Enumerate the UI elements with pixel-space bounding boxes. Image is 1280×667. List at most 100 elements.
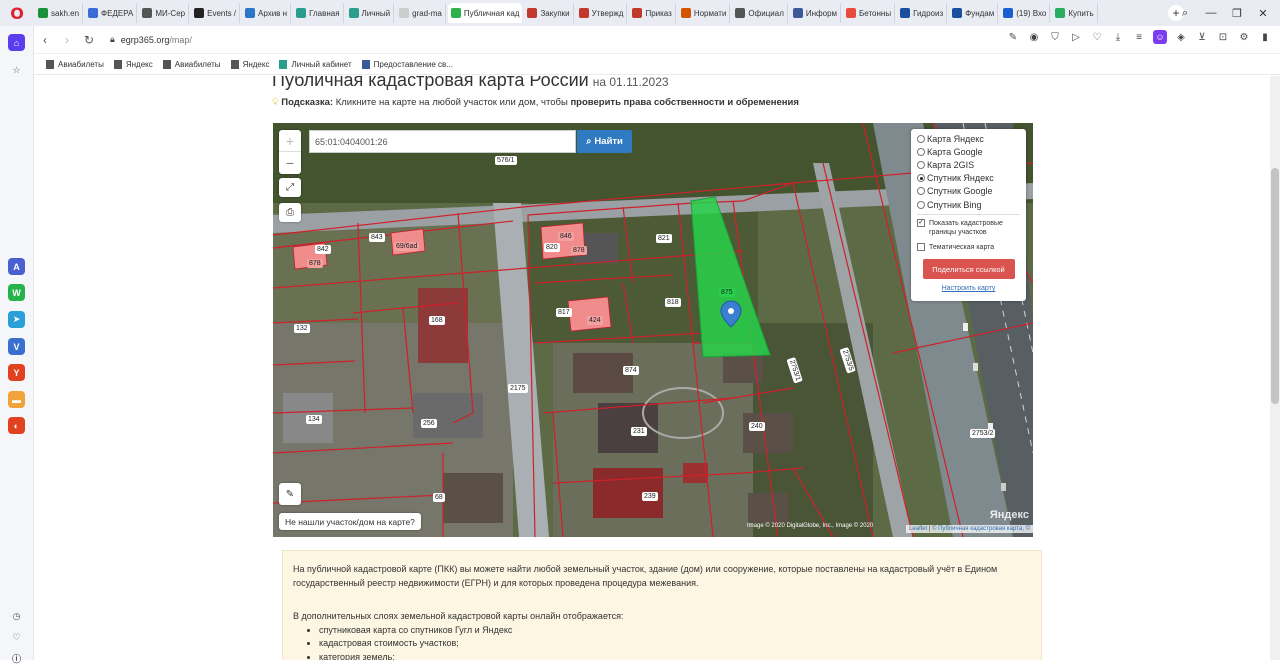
layer-option[interactable]: Спутник Bing: [917, 198, 1020, 211]
sidebar-toggle-icon[interactable]: ▮: [1258, 30, 1272, 44]
tab-label: Events /: [207, 8, 237, 18]
tab[interactable]: Events /: [191, 3, 241, 23]
tab[interactable]: Личный: [346, 3, 395, 23]
cadastral-search-input[interactable]: 65:01:0404001:26: [309, 130, 576, 153]
tab[interactable]: Архив н: [242, 3, 292, 23]
menu-icon[interactable]: ≡: [1132, 30, 1146, 44]
aria-icon[interactable]: A: [8, 258, 25, 275]
minimize-button[interactable]: —: [1204, 7, 1218, 19]
whatsapp-icon[interactable]: W: [8, 284, 25, 301]
share-link-button[interactable]: Поделиться ссылкой: [922, 259, 1015, 280]
bookmark-item[interactable]: Авиабилеты: [162, 60, 221, 69]
close-window-button[interactable]: ✕: [1256, 7, 1270, 20]
tab[interactable]: Информ: [790, 3, 842, 23]
extension-icon[interactable]: ◈: [1174, 30, 1188, 44]
shield-icon[interactable]: ⛉: [1048, 30, 1062, 44]
tab-active[interactable]: Публичная кад: [447, 3, 523, 23]
layer-option[interactable]: Спутник Яндекс: [917, 172, 1020, 185]
heart-icon[interactable]: ♡: [1090, 30, 1104, 44]
edit-icon[interactable]: ✎: [1006, 30, 1020, 44]
camera-icon[interactable]: ◉: [1027, 30, 1041, 44]
forward-button[interactable]: ›: [56, 33, 78, 47]
tab[interactable]: Приказ: [629, 3, 676, 23]
radio-button[interactable]: [917, 147, 925, 156]
bookmark-item[interactable]: Личный кабинет: [279, 60, 352, 69]
play-icon[interactable]: ▷: [1069, 30, 1083, 44]
radio-button[interactable]: [917, 134, 925, 143]
url-field[interactable]: 🔒︎ egrp365.org/map/: [110, 34, 192, 45]
vk-icon[interactable]: V: [8, 338, 25, 355]
bookmark-item[interactable]: Авиабилеты: [46, 60, 104, 69]
history-icon[interactable]: ◷: [8, 608, 25, 625]
yandex-icon[interactable]: Y: [8, 364, 25, 381]
page-scrollbar[interactable]: [1270, 76, 1280, 660]
layer-option[interactable]: Карта Яндекс: [917, 132, 1020, 145]
bookmark-item[interactable]: Предоставление св...: [361, 60, 453, 69]
tab-search-icon[interactable]: ⌕: [1178, 7, 1192, 20]
wallet-icon[interactable]: ▬: [8, 391, 25, 408]
info-icon[interactable]: ⓘ: [8, 650, 25, 667]
tab[interactable]: Утвержд: [576, 3, 628, 23]
star-icon[interactable]: ☆: [8, 62, 25, 79]
bookmark-item[interactable]: Яндекс: [230, 60, 269, 69]
tab-label: Утвержд: [591, 8, 624, 18]
show-borders-option[interactable]: ✓ Показать кадастровые границы участков: [917, 219, 1020, 237]
telegram-icon[interactable]: ➤: [8, 311, 25, 328]
cadastral-map[interactable]: 576/1 842 843 878 69/6ad 846 820 878 821…: [273, 123, 1033, 537]
radio-button[interactable]: [917, 187, 925, 196]
page-content: Публичная кадастровая карта России на 01.…: [34, 76, 1270, 660]
search-button[interactable]: ⌕ Найти: [577, 130, 632, 153]
thematic-map-option[interactable]: Тематическая карта: [917, 243, 1020, 252]
radio-button-selected[interactable]: [917, 174, 925, 183]
checkbox-checked[interactable]: ✓: [917, 219, 925, 228]
tab[interactable]: Нормати: [678, 3, 731, 23]
layer-option[interactable]: Карта Google: [917, 145, 1020, 158]
tab[interactable]: Фундам: [949, 3, 999, 23]
scrollbar-thumb[interactable]: [1271, 168, 1279, 404]
fullscreen-icon[interactable]: ⤢: [279, 178, 301, 197]
plot-label: 256: [421, 419, 437, 428]
reload-button[interactable]: ↻: [78, 33, 100, 47]
bookmark-item[interactable]: Яндекс: [113, 60, 153, 69]
screenshot-icon[interactable]: ⊡: [1216, 30, 1230, 44]
plot-label: 874: [623, 366, 639, 375]
profile-icon[interactable]: ☺: [1153, 30, 1167, 44]
radio-button[interactable]: [917, 160, 925, 169]
tab[interactable]: grad-ma: [396, 3, 446, 23]
plot-label: 817: [556, 308, 572, 317]
tab[interactable]: Главная: [293, 3, 344, 23]
checkbox[interactable]: [917, 243, 925, 252]
back-button[interactable]: ‹: [34, 33, 56, 47]
download-icon[interactable]: ⤓: [1111, 30, 1125, 44]
zoom-out-button[interactable]: −: [279, 152, 301, 174]
draw-pencil-icon[interactable]: ✎: [279, 483, 301, 505]
tab[interactable]: Официал: [732, 3, 788, 23]
print-icon[interactable]: ⎙: [279, 203, 301, 222]
app-icon[interactable]: ◐: [8, 417, 25, 434]
leaflet-link[interactable]: Leaflet: [909, 526, 927, 532]
tab[interactable]: Купить: [1052, 3, 1098, 23]
radio-button[interactable]: [917, 200, 925, 209]
tab[interactable]: Гидроиз: [897, 3, 948, 23]
tab-favicon-icon: [527, 8, 538, 18]
layer-option[interactable]: Карта 2GIS: [917, 158, 1020, 171]
tab[interactable]: Закупки: [524, 3, 574, 23]
tab[interactable]: sakh.en: [35, 3, 84, 23]
hint-label: Подсказка:: [281, 97, 334, 108]
configure-map-link[interactable]: Настроить карту: [917, 285, 1020, 292]
tab[interactable]: Бетонны: [843, 3, 896, 23]
layer-option[interactable]: Спутник Google: [917, 185, 1020, 198]
settings-icon[interactable]: ⚙: [1237, 30, 1251, 44]
maximize-button[interactable]: ❐: [1230, 7, 1244, 20]
opera-logo-icon[interactable]: O: [0, 0, 34, 26]
not-found-button[interactable]: Не нашли участок/дом на карте?: [279, 513, 421, 530]
zoom-in-button[interactable]: +: [279, 130, 301, 152]
favorites-icon[interactable]: ♡: [8, 629, 25, 646]
tab-favicon-icon: [38, 8, 48, 18]
pkk-link[interactable]: © Публичная кадастровая карта, ©: [932, 526, 1030, 532]
tab[interactable]: ФЕДЕРА: [85, 3, 138, 23]
tab[interactable]: МИ-Сер: [139, 3, 190, 23]
home-icon[interactable]: ⌂: [8, 34, 25, 51]
tab[interactable]: (19) Вхо: [1000, 3, 1051, 23]
cart-icon[interactable]: ⊻: [1195, 30, 1209, 44]
